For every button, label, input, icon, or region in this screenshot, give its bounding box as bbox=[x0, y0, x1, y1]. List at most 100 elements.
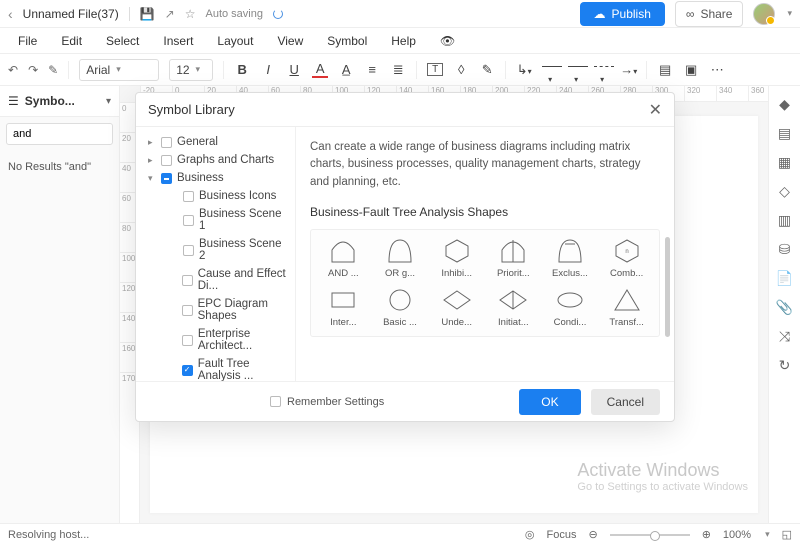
redo-icon[interactable]: ↷ bbox=[28, 63, 38, 77]
divider bbox=[129, 7, 130, 21]
right-rail: ◆ ▤ ▦ ◇ ▥ ⛁ 📄 📎 ⤨ ↻ bbox=[768, 86, 800, 523]
toolbar: ↶ ↷ ✎ Arial▾ 12▾ B I U A A̲ ≡ ≣ T ◊ ✎ ↳▾… bbox=[0, 54, 800, 86]
menu-bar: File Edit Select Insert Layout View Symb… bbox=[0, 28, 800, 54]
format-painter-icon[interactable]: ✎ bbox=[48, 63, 58, 77]
tree-business-child[interactable]: EPC Diagram Shapes bbox=[170, 295, 295, 325]
align-left-icon[interactable]: ≡ bbox=[364, 62, 380, 77]
tree-business-child[interactable]: Fault Tree Analysis ... bbox=[170, 355, 295, 381]
focus-icon[interactable]: ◎ bbox=[525, 528, 535, 541]
publish-button[interactable]: ☁ Publish bbox=[580, 2, 665, 26]
more-icon[interactable]: ⋯ bbox=[709, 62, 725, 78]
expand-icon[interactable]: ⤨ bbox=[779, 328, 790, 345]
bold-icon[interactable]: B bbox=[234, 62, 250, 77]
title-bar: ‹ Unnamed File(37) 💾 ↗ ☆ Auto saving ☁ P… bbox=[0, 0, 800, 28]
zoom-caret[interactable]: ▾ bbox=[765, 529, 770, 540]
connector-icon[interactable]: ↳▾ bbox=[516, 62, 532, 78]
close-icon[interactable]: ✕ bbox=[649, 100, 662, 120]
spinner-icon bbox=[273, 9, 283, 19]
menu-layout[interactable]: Layout bbox=[205, 30, 265, 52]
menu-select[interactable]: Select bbox=[94, 30, 151, 52]
shape-item[interactable]: nComb... bbox=[602, 238, 651, 279]
tree-business-child[interactable]: Business Icons bbox=[170, 187, 295, 205]
theme-icon[interactable]: ◆ bbox=[779, 96, 790, 113]
scrollbar[interactable] bbox=[665, 237, 670, 337]
shape-item[interactable]: Exclus... bbox=[546, 238, 595, 279]
tree-business-child[interactable]: Business Scene 1 bbox=[170, 205, 295, 235]
chevron-down-icon[interactable]: ▾ bbox=[106, 96, 111, 107]
save-icon[interactable]: 💾 bbox=[140, 7, 155, 21]
menu-help[interactable]: Help bbox=[379, 30, 428, 52]
remember-settings-checkbox[interactable]: Remember Settings bbox=[270, 396, 384, 408]
menu-symbol[interactable]: Symbol bbox=[315, 30, 379, 52]
history-icon[interactable]: ↻ bbox=[779, 357, 791, 374]
menu-file[interactable]: File bbox=[6, 30, 49, 52]
line-style-icon[interactable]: ▾ bbox=[568, 55, 584, 85]
underline-icon[interactable]: U bbox=[286, 62, 302, 77]
menu-view[interactable]: View bbox=[265, 30, 315, 52]
shape-item[interactable]: Initiat... bbox=[489, 287, 538, 328]
align-center-icon[interactable]: ≣ bbox=[390, 62, 406, 78]
pencil-icon[interactable]: ✎ bbox=[479, 62, 495, 78]
shape-item[interactable]: Condi... bbox=[546, 287, 595, 328]
share-button[interactable]: ∞ Share bbox=[675, 1, 744, 27]
tree-graphs[interactable]: ▸Graphs and Charts bbox=[144, 151, 295, 169]
export-icon[interactable]: ↗ bbox=[165, 7, 175, 21]
zoom-value[interactable]: 100% bbox=[723, 529, 751, 541]
category-description: Can create a wide range of business diag… bbox=[310, 139, 660, 191]
font-color-icon[interactable]: A bbox=[312, 61, 328, 78]
tree-business-child[interactable]: Cause and Effect Di... bbox=[170, 265, 295, 295]
data-icon[interactable]: ⛁ bbox=[779, 241, 791, 258]
shape-item[interactable]: Transf... bbox=[602, 287, 651, 328]
text-box-icon[interactable]: T bbox=[427, 63, 443, 76]
zoom-in-icon[interactable]: ⊕ bbox=[702, 528, 711, 541]
focus-label[interactable]: Focus bbox=[547, 529, 577, 541]
status-text: Resolving host... bbox=[8, 529, 89, 541]
symbol-search-input[interactable] bbox=[6, 123, 113, 145]
highlight-icon[interactable]: A̲ bbox=[338, 62, 354, 77]
font-select[interactable]: Arial▾ bbox=[79, 59, 159, 81]
avatar-menu-caret[interactable]: ▾ bbox=[787, 8, 792, 19]
shape-item[interactable]: AND ... bbox=[319, 238, 368, 279]
zoom-slider[interactable] bbox=[610, 534, 690, 536]
tree-business-child[interactable]: Business Scene 2 bbox=[170, 235, 295, 265]
menu-insert[interactable]: Insert bbox=[151, 30, 205, 52]
shape-item[interactable]: Basic ... bbox=[376, 287, 425, 328]
tree-business[interactable]: ▾Business bbox=[144, 169, 295, 187]
line-end-icon[interactable]: →▾ bbox=[620, 62, 636, 77]
shape-item[interactable]: Inter... bbox=[319, 287, 368, 328]
italic-icon[interactable]: I bbox=[260, 62, 276, 77]
tree-general[interactable]: ▸General bbox=[144, 133, 295, 151]
font-size-select[interactable]: 12▾ bbox=[169, 59, 213, 81]
tree-business-child[interactable]: Enterprise Architect... bbox=[170, 325, 295, 355]
shape-grid: AND ...OR g...Inhibi...Priorit...Exclus.… bbox=[310, 229, 660, 337]
shape-item[interactable]: Priorit... bbox=[489, 238, 538, 279]
overlap-icon[interactable]: ▤ bbox=[657, 62, 673, 78]
left-panel-title: Symbo... bbox=[25, 94, 100, 108]
menu-eye-icon[interactable]: 👁 bbox=[428, 30, 467, 52]
zoom-out-icon[interactable]: ⊖ bbox=[588, 528, 597, 541]
left-panel-header[interactable]: ☰ Symbo... ▾ bbox=[0, 86, 119, 117]
bookmark-icon[interactable]: ▥ bbox=[778, 212, 791, 229]
grid-icon[interactable]: ▦ bbox=[778, 154, 791, 171]
symbol-search bbox=[6, 123, 113, 145]
layers-icon[interactable]: ◇ bbox=[779, 183, 790, 200]
page-icon[interactable]: ▣ bbox=[683, 62, 699, 78]
fullscreen-icon[interactable]: ◱ bbox=[782, 528, 792, 541]
dialog-header: Symbol Library ✕ bbox=[136, 93, 674, 127]
menu-edit[interactable]: Edit bbox=[49, 30, 94, 52]
undo-icon[interactable]: ↶ bbox=[8, 63, 18, 77]
shape-item[interactable]: Unde... bbox=[432, 287, 481, 328]
shape-item[interactable]: OR g... bbox=[376, 238, 425, 279]
avatar[interactable] bbox=[753, 3, 775, 25]
back-button[interactable]: ‹ bbox=[8, 6, 13, 22]
ok-button[interactable]: OK bbox=[519, 389, 580, 415]
line-start-icon[interactable]: ▾ bbox=[542, 55, 558, 85]
attach-icon[interactable]: 📎 bbox=[776, 299, 793, 316]
fill-icon[interactable]: ◊ bbox=[453, 62, 469, 77]
shape-item[interactable]: Inhibi... bbox=[432, 238, 481, 279]
image-icon[interactable]: 📄 bbox=[776, 270, 793, 287]
line-dash-icon[interactable]: ▾ bbox=[594, 55, 610, 85]
star-icon[interactable]: ☆ bbox=[185, 7, 196, 21]
layer-icon[interactable]: ▤ bbox=[778, 125, 791, 142]
cancel-button[interactable]: Cancel bbox=[591, 389, 660, 415]
